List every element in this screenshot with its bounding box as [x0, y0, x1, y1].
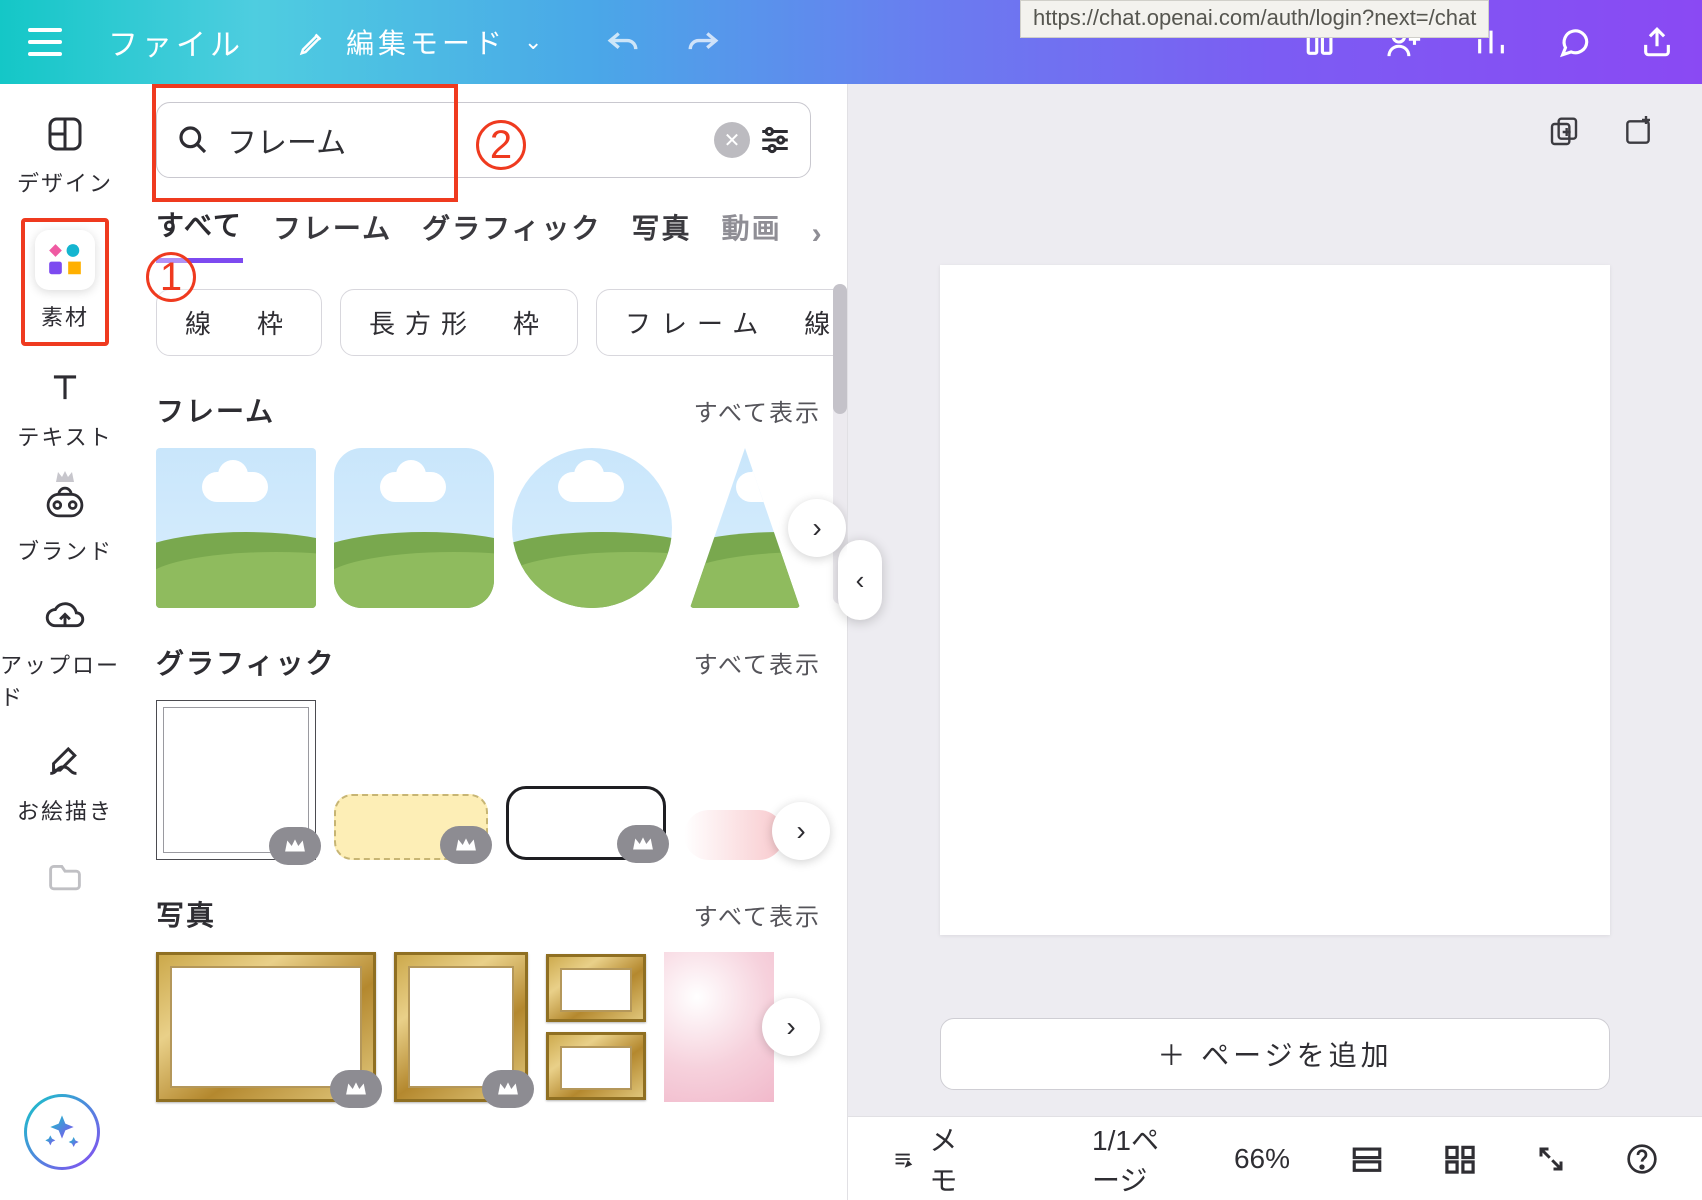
undo-button[interactable] — [606, 27, 640, 57]
frame-circle[interactable] — [512, 448, 672, 608]
tab-photo[interactable]: 写真 — [632, 207, 692, 261]
list-view-icon — [1350, 1144, 1384, 1174]
help-button[interactable] — [1626, 1143, 1658, 1175]
add-page-icon[interactable] — [1622, 116, 1654, 148]
graphic-item-1[interactable] — [156, 700, 316, 860]
rail-brand[interactable]: ブランド — [17, 480, 113, 566]
show-all-photos[interactable]: すべて表示 — [694, 897, 821, 932]
menu-button[interactable] — [28, 28, 62, 56]
duplicate-page-icon[interactable] — [1548, 116, 1580, 148]
chevron-down-icon: ⌄ — [524, 29, 546, 55]
premium-badge — [330, 1070, 382, 1108]
search-input[interactable] — [227, 123, 714, 157]
canvas-page[interactable] — [940, 265, 1610, 935]
sparkle-icon — [42, 1112, 82, 1152]
search-icon — [177, 124, 209, 156]
edit-mode-dropdown[interactable]: 編集モード ⌄ — [298, 22, 546, 62]
graphics-next[interactable]: › — [772, 802, 830, 860]
rail-elements[interactable]: 素材 — [21, 218, 109, 346]
filter-button[interactable] — [758, 123, 792, 157]
comment-icon[interactable] — [1556, 25, 1592, 59]
section-photos: 写真 すべて表示 › — [156, 894, 821, 1102]
photo-item-3b[interactable] — [546, 1032, 646, 1100]
folder-icon — [45, 860, 85, 892]
chip-frame-line[interactable]: フレーム 線 — [596, 289, 848, 356]
url-tooltip: https://chat.openai.com/auth/login?next=… — [1020, 0, 1489, 38]
page-indicator[interactable]: 1/1ページ — [1092, 1119, 1174, 1199]
collapse-panel-button[interactable]: ‹ — [838, 540, 882, 620]
premium-badge — [617, 825, 669, 863]
frame-triangle[interactable] — [690, 448, 800, 608]
premium-badge — [269, 827, 321, 865]
bottombar: メモ 1/1ページ 66% — [848, 1116, 1702, 1200]
magic-button[interactable] — [24, 1094, 100, 1170]
photo-item-1[interactable] — [156, 952, 376, 1102]
photo-item-3a[interactable] — [546, 954, 646, 1022]
sliders-icon — [758, 123, 792, 157]
photo-item-2[interactable] — [394, 952, 528, 1102]
draw-icon — [45, 744, 85, 780]
rail-text[interactable]: テキスト — [17, 366, 112, 452]
tab-frame[interactable]: フレーム — [273, 207, 392, 261]
notes-icon — [892, 1145, 913, 1173]
chip-rect-frame[interactable]: 長方形 枠 — [340, 289, 578, 356]
premium-badge — [440, 826, 492, 864]
view-grid-button[interactable] — [1444, 1144, 1476, 1174]
annotation-2: 2 — [476, 120, 526, 170]
section-graphics: グラフィック すべて表示 › — [156, 642, 821, 860]
photo-item-4[interactable] — [664, 952, 774, 1102]
left-rail: デザイン 素材 テキスト ブランド アップロード — [0, 84, 130, 1200]
expand-icon — [1536, 1144, 1566, 1174]
zoom-level[interactable]: 66% — [1234, 1143, 1290, 1175]
show-all-graphics[interactable]: すべて表示 — [694, 645, 821, 680]
share-icon[interactable] — [1640, 25, 1674, 59]
cloud-upload-icon — [44, 599, 86, 633]
elements-panel: ✕ 2 1 すべて フレーム グラフィック 写真 動画 › 線 枠 長方形 枠 … — [130, 84, 848, 1200]
template-icon — [45, 114, 85, 154]
canvas-area: ＋ ページを追加 — [848, 84, 1702, 1116]
brand-icon — [45, 485, 85, 519]
graphic-item-4[interactable] — [684, 810, 784, 860]
topbar: ファイル 編集モード ⌄ https://chat.openai.com/aut… — [0, 0, 1702, 84]
crown-icon — [55, 470, 75, 484]
section-title-graphics: グラフィック — [156, 642, 335, 682]
grid-view-icon — [1444, 1144, 1476, 1174]
view-list-button[interactable] — [1350, 1144, 1384, 1174]
elements-icon — [46, 241, 84, 279]
premium-badge — [482, 1070, 534, 1108]
graphic-item-2[interactable] — [334, 794, 488, 860]
rail-upload[interactable]: アップロード — [0, 594, 130, 712]
show-all-frames[interactable]: すべて表示 — [694, 393, 821, 428]
redo-button[interactable] — [686, 27, 720, 57]
tabs-more[interactable]: › — [812, 217, 822, 251]
section-title-frames: フレーム — [156, 390, 275, 430]
notes-button[interactable]: メモ — [892, 1119, 972, 1199]
add-page-button[interactable]: ＋ ページを追加 — [940, 1018, 1610, 1090]
fullscreen-button[interactable] — [1536, 1144, 1566, 1174]
pencil-icon — [298, 27, 328, 57]
section-frames: フレーム すべて表示 › — [156, 390, 821, 608]
graphic-item-3[interactable] — [506, 786, 666, 860]
clear-search-button[interactable]: ✕ — [714, 122, 750, 158]
section-title-photos: 写真 — [156, 894, 216, 934]
suggestion-chips: 線 枠 長方形 枠 フレーム 線 › — [156, 289, 821, 356]
rail-design[interactable]: デザイン — [17, 112, 113, 198]
frame-square[interactable] — [156, 448, 316, 608]
tab-video[interactable]: 動画 — [722, 207, 782, 261]
rail-draw[interactable]: お絵描き — [17, 740, 113, 826]
frame-rounded[interactable] — [334, 448, 494, 608]
category-tabs: すべて フレーム グラフィック 写真 動画 › — [156, 204, 821, 263]
frames-next[interactable]: › — [788, 499, 846, 557]
annotation-1: 1 — [146, 252, 196, 302]
text-icon — [46, 369, 84, 407]
help-icon — [1626, 1143, 1658, 1175]
rail-apps[interactable] — [35, 854, 95, 898]
file-menu[interactable]: ファイル — [108, 20, 244, 64]
photos-next[interactable]: › — [762, 998, 820, 1056]
tab-graphic[interactable]: グラフィック — [422, 207, 601, 261]
